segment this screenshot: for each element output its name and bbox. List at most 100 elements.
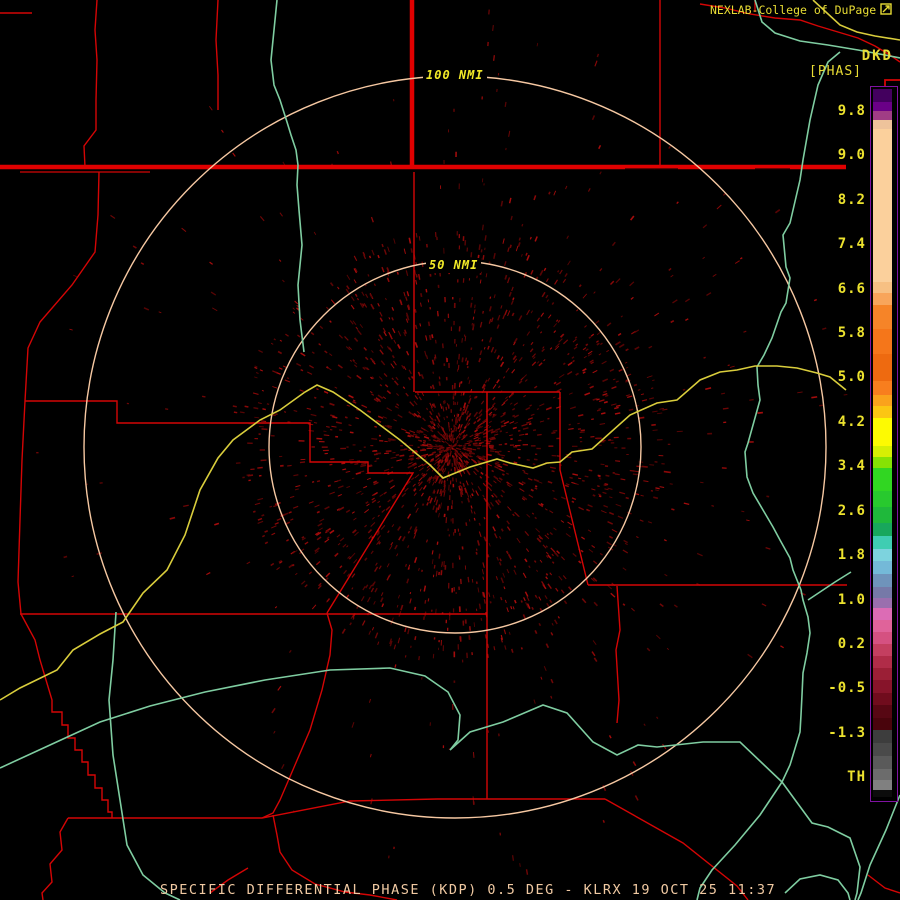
clutter-speck — [393, 380, 399, 386]
clutter-speck — [530, 269, 534, 275]
clutter-speck — [272, 370, 278, 374]
clutter-speck — [522, 470, 526, 472]
radar-map-canvas[interactable] — [0, 0, 900, 900]
clutter-speck — [424, 350, 427, 357]
clutter-speck — [640, 494, 644, 497]
clutter-speck — [390, 466, 394, 469]
clutter-speck — [597, 485, 600, 487]
clutter-speck — [280, 464, 284, 467]
clutter-speck — [495, 575, 499, 581]
clutter-speck — [318, 527, 323, 531]
clutter-speck — [551, 302, 555, 305]
clutter-speck — [391, 317, 394, 321]
clutter-speck — [452, 296, 454, 300]
clutter-speck — [444, 296, 446, 303]
clutter-speck — [469, 395, 471, 398]
clutter-speck — [611, 241, 616, 247]
clutter-speck — [257, 520, 264, 525]
clutter-speck — [536, 317, 541, 322]
clutter-speck — [431, 559, 434, 565]
clutter-speck — [667, 443, 671, 445]
clutter-speck — [642, 465, 648, 468]
clutter-speck — [637, 389, 641, 391]
clutter-speck — [526, 513, 531, 518]
clutter-speck — [295, 572, 298, 576]
clutter-speck — [476, 275, 478, 279]
clutter-speck — [453, 302, 456, 308]
clutter-speck — [452, 430, 454, 433]
clutter-speck — [407, 530, 411, 534]
clutter-speck — [323, 390, 329, 394]
clutter-speck — [473, 309, 476, 314]
clutter-speck — [391, 327, 396, 334]
clutter-speck — [458, 382, 461, 388]
colorbar-segment — [873, 587, 892, 598]
clutter-speck — [458, 353, 460, 360]
clutter-speck — [539, 559, 543, 563]
clutter-speck — [262, 408, 266, 411]
clutter-speck — [471, 652, 473, 656]
clutter-speck — [471, 323, 473, 326]
clutter-speck — [819, 404, 824, 407]
clutter-speck — [656, 634, 661, 640]
clutter-speck — [373, 566, 379, 572]
clutter-speck — [435, 570, 438, 577]
box-arrow-icon[interactable] — [880, 3, 892, 18]
clutter-speck — [518, 456, 521, 459]
clutter-speck — [465, 357, 467, 362]
clutter-speck — [534, 485, 538, 488]
clutter-speck — [250, 468, 255, 471]
clutter-speck — [656, 716, 659, 720]
clutter-speck — [456, 360, 458, 365]
clutter-speck — [584, 392, 591, 396]
radar-viewer: 100 NMI 50 NMI NEXLAB-College of DuPage … — [0, 0, 900, 900]
clutter-speck — [404, 487, 409, 492]
clutter-speck — [420, 492, 424, 497]
clutter-speck — [276, 566, 280, 571]
clutter-speck — [475, 548, 478, 551]
clutter-speck — [702, 224, 708, 229]
clutter-speck — [507, 553, 512, 560]
clutter-speck — [529, 404, 532, 407]
colorbar-segment — [873, 523, 892, 536]
clutter-speck — [327, 367, 332, 371]
clutter-speck — [450, 518, 452, 522]
clutter-speck — [373, 600, 376, 605]
clutter-speck — [440, 639, 443, 646]
clutter-speck — [508, 631, 511, 635]
river-line — [108, 611, 181, 900]
clutter-speck — [318, 440, 325, 443]
clutter-speck — [329, 491, 335, 495]
clutter-speck — [617, 515, 624, 519]
clutter-speck — [562, 362, 566, 366]
clutter-speck — [290, 518, 294, 521]
clutter-speck — [473, 421, 477, 425]
clutter-speck — [453, 532, 455, 536]
clutter-speck — [210, 291, 217, 296]
clutter-speck — [396, 553, 399, 557]
clutter-speck — [435, 507, 439, 513]
clutter-speck — [394, 664, 397, 668]
clutter-speck — [377, 514, 380, 517]
clutter-speck — [658, 455, 664, 457]
clutter-speck — [568, 392, 573, 395]
clutter-speck — [500, 494, 504, 498]
clutter-speck — [339, 565, 343, 569]
clutter-speck — [631, 607, 635, 612]
clutter-speck — [372, 450, 378, 452]
clutter-speck — [510, 215, 513, 221]
clutter-speck — [294, 488, 299, 491]
clutter-speck — [279, 212, 283, 217]
clutter-speck — [364, 557, 368, 561]
clutter-speck — [707, 432, 713, 435]
clutter-speck — [416, 392, 420, 396]
range-ring-label-100nmi: 100 NMI — [423, 68, 487, 83]
clutter-speck — [621, 447, 626, 449]
clutter-speck — [492, 24, 494, 32]
clutter-speck — [506, 526, 511, 531]
clutter-speck — [467, 376, 469, 380]
clutter-speck — [580, 429, 585, 432]
clutter-speck — [473, 752, 475, 758]
clutter-speck — [656, 439, 663, 441]
clutter-speck — [493, 55, 495, 61]
